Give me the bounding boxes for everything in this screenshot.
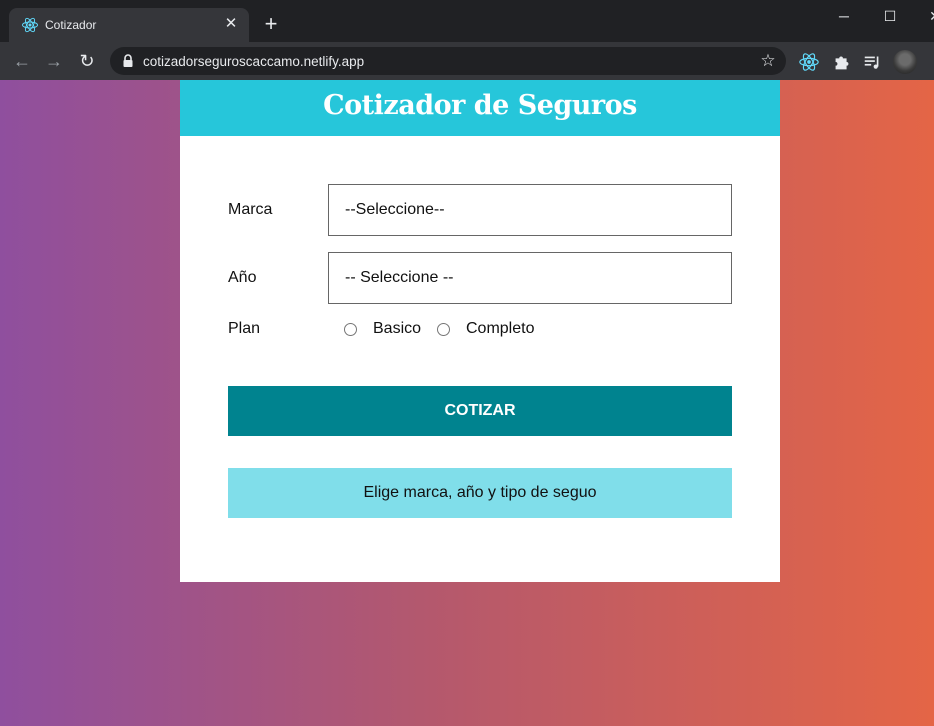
plan-basico-label: Basico — [373, 320, 422, 337]
media-icon[interactable] — [862, 51, 884, 73]
tab-cotizador[interactable]: Cotizador ✕ — [9, 8, 249, 42]
lock-icon — [123, 54, 133, 67]
plan-basico-radio[interactable] — [344, 323, 357, 336]
react-devtools-icon[interactable] — [798, 51, 820, 73]
close-tab-icon[interactable]: ✕ — [221, 14, 241, 34]
reload-icon[interactable]: ↻ — [75, 50, 99, 72]
plan-completo-label: Completo — [466, 320, 535, 337]
new-tab-button[interactable]: + — [260, 13, 282, 35]
address-bar[interactable]: cotizadorseguroscaccamo.netlify.app ☆ — [110, 47, 786, 75]
bookmark-star-icon[interactable]: ☆ — [758, 51, 778, 71]
anio-label: Año — [228, 269, 257, 286]
marca-select[interactable]: --Seleccione-- — [328, 184, 732, 236]
browser-toolbar: ← → ↻ cotizadorseguroscaccamo.netlify.ap… — [0, 42, 934, 80]
url-text: cotizadorseguroscaccamo.netlify.app — [143, 54, 365, 69]
cotizar-button[interactable]: COTIZAR — [228, 386, 732, 436]
info-message: Elige marca, año y tipo de seguo — [228, 468, 732, 518]
page-title: Cotizador de Seguros — [323, 90, 637, 121]
close-window-button[interactable]: ✕ — [920, 6, 934, 26]
anio-select[interactable]: -- Seleccione -- — [328, 252, 732, 304]
card-header: Cotizador de Seguros — [180, 80, 780, 136]
page-background: Cotizador de Seguros Marca --Seleccione-… — [0, 80, 934, 726]
back-icon[interactable]: ← — [10, 50, 34, 72]
quote-card: Cotizador de Seguros Marca --Seleccione-… — [180, 80, 780, 582]
plan-label: Plan — [228, 320, 261, 337]
forward-icon[interactable]: → — [42, 50, 66, 72]
avatar[interactable] — [893, 50, 917, 74]
tab-title: Cotizador — [45, 18, 97, 32]
react-icon — [22, 17, 38, 33]
minimize-button[interactable]: ─ — [829, 6, 859, 26]
puzzle-icon[interactable] — [831, 51, 853, 73]
plan-completo-radio[interactable] — [437, 323, 450, 336]
marca-label: Marca — [228, 201, 273, 218]
maximize-button[interactable]: ☐ — [875, 6, 905, 26]
tab-bar: Cotizador ✕ + ─ ☐ ✕ — [0, 0, 934, 42]
